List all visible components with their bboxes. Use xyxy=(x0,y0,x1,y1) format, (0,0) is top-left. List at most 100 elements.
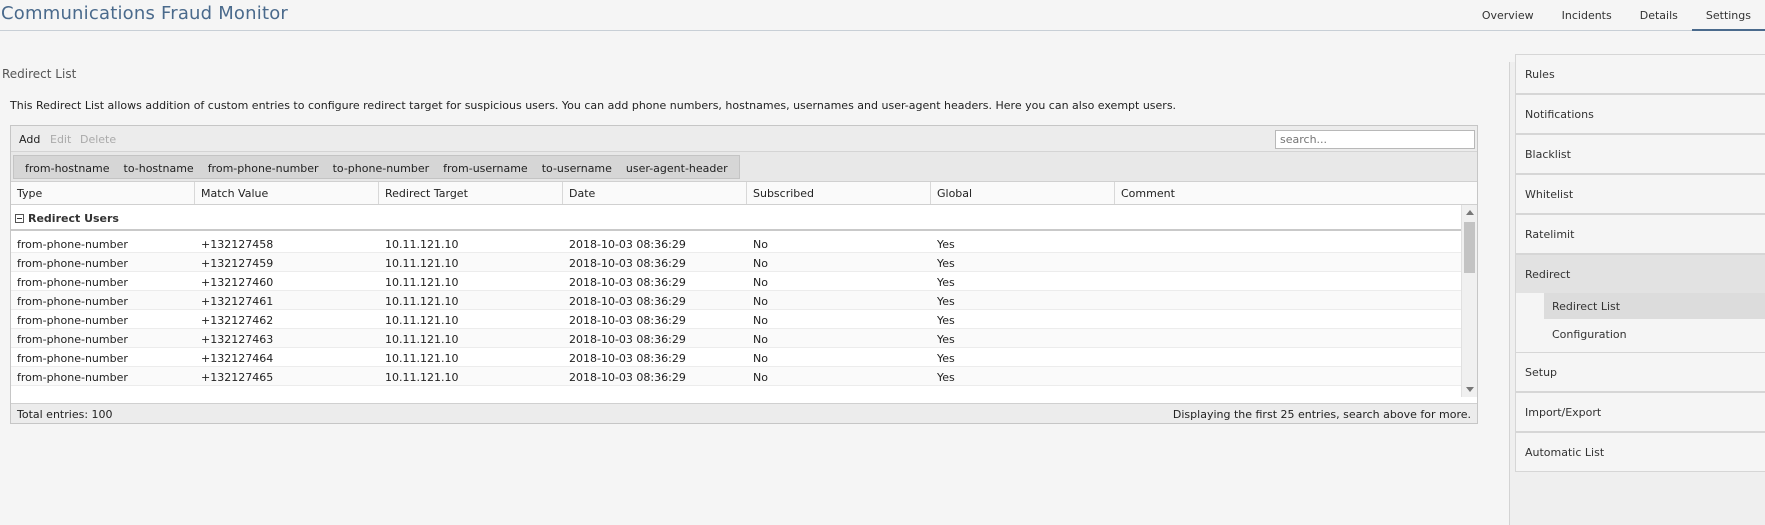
filter-from-username[interactable]: from-username xyxy=(436,156,535,178)
cell-type: from-phone-number xyxy=(17,314,128,327)
table-row[interactable]: from-phone-number +132127465 10.11.121.10 2… xyxy=(11,367,1462,386)
cell-match-value: +132127464 xyxy=(201,352,274,365)
cell-subscribed: No xyxy=(753,238,768,251)
filter-from-phone-number[interactable]: from-phone-number xyxy=(201,156,326,178)
vertical-scrollbar[interactable] xyxy=(1461,205,1477,397)
collapse-icon[interactable] xyxy=(15,214,24,223)
table-row[interactable]: from-phone-number +132127459 10.11.121.10 2… xyxy=(11,253,1462,272)
edit-button[interactable]: Edit xyxy=(50,133,71,146)
sidebar-item-blacklist[interactable]: Blacklist xyxy=(1515,134,1765,174)
tab-settings[interactable]: Settings xyxy=(1691,0,1765,31)
section-title: Redirect List xyxy=(2,67,77,81)
search-input[interactable] xyxy=(1275,130,1475,149)
sidebar-subitem-configuration[interactable]: Configuration xyxy=(1544,321,1765,347)
tab-overview[interactable]: Overview xyxy=(1468,0,1548,31)
column-header-match-value[interactable]: Match Value xyxy=(195,182,379,204)
redirect-list-grid: Add Edit Delete from-hostnameto-hostname… xyxy=(10,125,1478,424)
tab-incidents[interactable]: Incidents xyxy=(1548,0,1626,31)
cell-date: 2018-10-03 08:36:29 xyxy=(569,371,686,384)
column-header-global[interactable]: Global xyxy=(931,182,1115,204)
cell-global: Yes xyxy=(937,257,955,270)
cell-redirect-target: 10.11.121.10 xyxy=(385,295,459,308)
app-header: Communications Fraud Monitor Overview In… xyxy=(0,0,1765,31)
column-header-date[interactable]: Date xyxy=(563,182,747,204)
settings-sidebar: Rules Notifications Blacklist Whitelist … xyxy=(1509,54,1765,525)
sidebar-subitem-redirect-list[interactable]: Redirect List xyxy=(1544,293,1765,319)
cell-redirect-target: 10.11.121.10 xyxy=(385,371,459,384)
total-entries: Total entries: 100 xyxy=(17,408,113,421)
scrollbar-thumb[interactable] xyxy=(1464,222,1475,273)
sidebar-item-label: Redirect xyxy=(1525,268,1571,281)
cell-date: 2018-10-03 08:36:29 xyxy=(569,257,686,270)
sidebar-subitem-label: Redirect List xyxy=(1552,300,1621,313)
group-label: Redirect Users xyxy=(28,212,119,225)
sidebar-item-import-export[interactable]: Import/Export xyxy=(1515,392,1765,432)
cell-match-value: +132127458 xyxy=(201,238,274,251)
grid-toolbar: Add Edit Delete xyxy=(11,126,1477,152)
arrow-up-icon[interactable] xyxy=(1466,210,1474,215)
filter-to-hostname[interactable]: to-hostname xyxy=(117,156,201,178)
sidebar-item-rules[interactable]: Rules xyxy=(1515,54,1765,94)
cell-date: 2018-10-03 08:36:29 xyxy=(569,238,686,251)
add-button[interactable]: Add xyxy=(19,133,40,146)
cell-redirect-target: 10.11.121.10 xyxy=(385,333,459,346)
cell-subscribed: No xyxy=(753,276,768,289)
filter-row: from-hostname to-hostname from-phone-numbe… xyxy=(11,152,1477,182)
column-header-comment[interactable]: Comment xyxy=(1115,182,1477,204)
arrow-down-icon[interactable] xyxy=(1466,387,1474,392)
grid-footer: Total entries: 100 Displaying the first … xyxy=(11,403,1477,423)
table-row[interactable]: from-phone-number +132127462 10.11.121.10 2… xyxy=(11,310,1462,329)
cell-global: Yes xyxy=(937,295,955,308)
table-row[interactable]: from-phone-number +132127463 10.11.121.10 2… xyxy=(11,329,1462,348)
sidebar-item-setup[interactable]: Setup xyxy=(1515,352,1765,392)
tab-details[interactable]: Details xyxy=(1626,0,1692,31)
page-description: This Redirect List allows addition of cu… xyxy=(10,99,1177,112)
filter-user-agent-header[interactable]: user-agent-header xyxy=(619,156,735,178)
sidebar-item-label: Blacklist xyxy=(1525,148,1571,161)
cell-type: from-phone-number xyxy=(17,371,128,384)
sidebar-item-label: Rules xyxy=(1525,68,1555,81)
cell-subscribed: No xyxy=(753,371,768,384)
display-message: Displaying the first 25 entries, search … xyxy=(1172,408,1471,421)
table-row[interactable]: from-phone-number +132127464 10.11.121.10 2… xyxy=(11,348,1462,367)
sidebar-item-ratelimit[interactable]: Ratelimit xyxy=(1515,214,1765,254)
cell-type: from-phone-number xyxy=(17,257,128,270)
sidebar-item-label: Ratelimit xyxy=(1525,228,1575,241)
filter-to-phone-number[interactable]: to-phone-number xyxy=(326,156,437,178)
cell-type: from-phone-number xyxy=(17,276,128,289)
sidebar-subitem-label: Configuration xyxy=(1552,328,1627,341)
cell-type: from-phone-number xyxy=(17,238,128,251)
cell-redirect-target: 10.11.121.10 xyxy=(385,238,459,251)
cell-type: from-phone-number xyxy=(17,333,128,346)
cell-match-value: +132127462 xyxy=(201,314,274,327)
sidebar-item-label: Notifications xyxy=(1525,108,1594,121)
top-nav: Overview Incidents Details Settings xyxy=(1468,0,1765,31)
cell-match-value: +132127461 xyxy=(201,295,274,308)
delete-button[interactable]: Delete xyxy=(80,133,116,146)
group-header: Redirect Users xyxy=(11,205,1462,231)
column-header-redirect-target[interactable]: Redirect Target xyxy=(379,182,563,204)
cell-global: Yes xyxy=(937,352,955,365)
sidebar-group-redirect: Redirect Redirect List Configuration xyxy=(1515,254,1765,354)
cell-subscribed: No xyxy=(753,352,768,365)
sidebar-item-automatic-list[interactable]: Automatic List xyxy=(1515,432,1765,472)
sidebar-item-whitelist[interactable]: Whitelist xyxy=(1515,174,1765,214)
sidebar-item-redirect[interactable]: Redirect xyxy=(1516,255,1765,293)
table-row[interactable]: from-phone-number +132127460 10.11.121.10 2… xyxy=(11,272,1462,291)
column-header-subscribed[interactable]: Subscribed xyxy=(747,182,931,204)
cell-date: 2018-10-03 08:36:29 xyxy=(569,333,686,346)
cell-match-value: +132127465 xyxy=(201,371,274,384)
cell-subscribed: No xyxy=(753,257,768,270)
cell-redirect-target: 10.11.121.10 xyxy=(385,352,459,365)
cell-global: Yes xyxy=(937,333,955,346)
table-row[interactable]: from-phone-number +132127461 10.11.121.10 2… xyxy=(11,291,1462,310)
sidebar-item-notifications[interactable]: Notifications xyxy=(1515,94,1765,134)
cell-match-value: +132127460 xyxy=(201,276,274,289)
filter-to-username[interactable]: to-username xyxy=(535,156,619,178)
cell-date: 2018-10-03 08:36:29 xyxy=(569,276,686,289)
column-header-type[interactable]: Type xyxy=(11,182,195,204)
cell-subscribed: No xyxy=(753,314,768,327)
filter-from-hostname[interactable]: from-hostname xyxy=(18,156,117,178)
cell-type: from-phone-number xyxy=(17,352,128,365)
table-row[interactable]: from-phone-number +132127458 10.11.121.10 2… xyxy=(11,234,1462,253)
